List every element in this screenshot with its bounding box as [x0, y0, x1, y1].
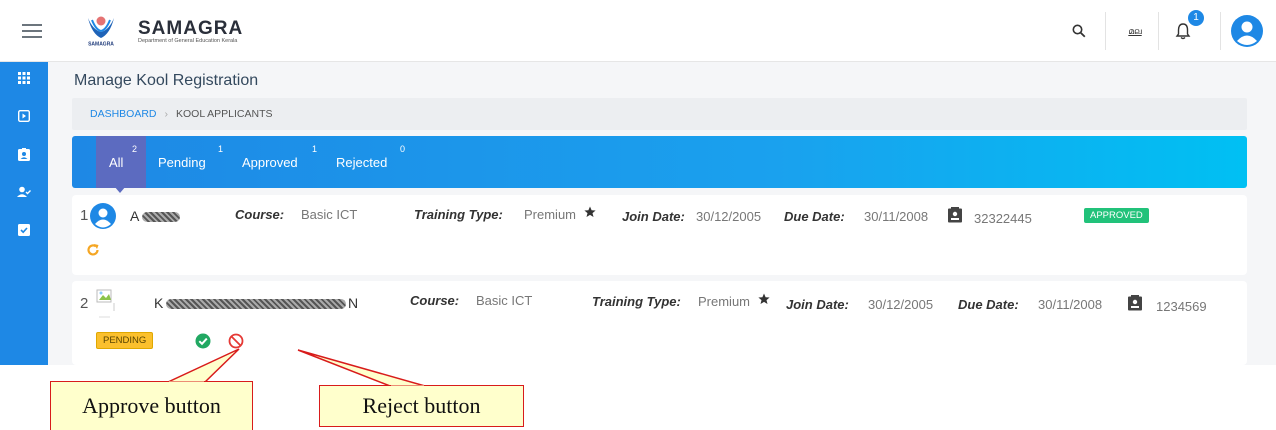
callout-pointer-joins	[169, 381, 424, 388]
